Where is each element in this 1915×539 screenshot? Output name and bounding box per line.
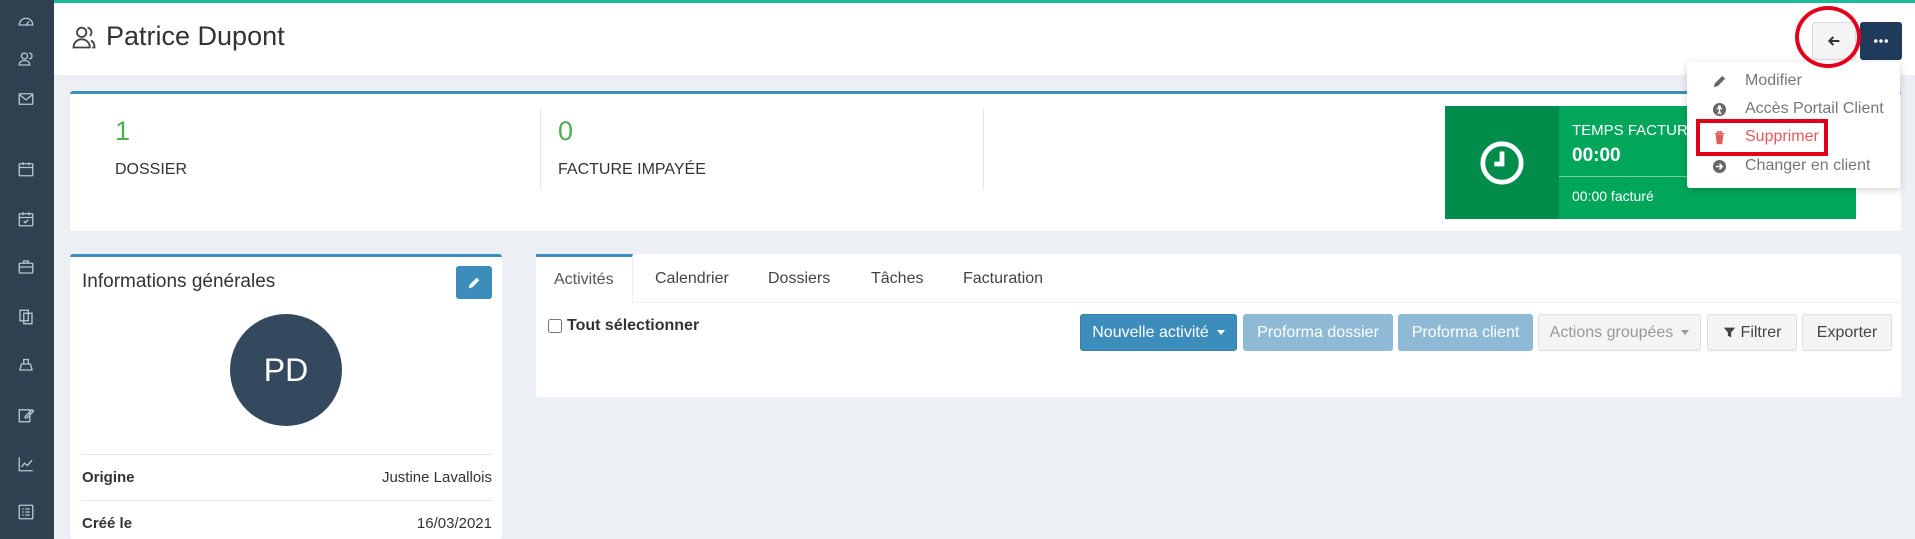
more-actions-button[interactable] xyxy=(1860,22,1902,60)
info-row-origine: Origine Justine Lavallois xyxy=(82,454,492,500)
tab-activites[interactable]: Activités xyxy=(536,254,633,303)
button-label: Actions groupées xyxy=(1549,323,1674,341)
clock-icon xyxy=(1480,140,1524,185)
documents-icon[interactable] xyxy=(14,305,38,329)
caret-down-icon xyxy=(1681,330,1690,335)
stat-facture-value: 0 xyxy=(558,116,574,146)
page-title: Patrice Dupont xyxy=(70,21,285,52)
edit-info-button[interactable] xyxy=(456,266,492,299)
new-activity-button[interactable]: Nouvelle activité xyxy=(1080,314,1237,351)
menu-item-modifier[interactable]: Modifier xyxy=(1687,68,1900,94)
caret-down-icon xyxy=(1216,330,1225,335)
tab-facturation[interactable]: Facturation xyxy=(945,254,1061,303)
briefcase-icon[interactable] xyxy=(14,255,38,279)
tab-taches[interactable]: Tâches xyxy=(853,254,941,303)
time-billed: 00:00 facturé xyxy=(1572,188,1654,204)
stat-facture-label: FACTURE IMPAYÉE xyxy=(558,161,706,178)
info-key: Origine xyxy=(82,469,135,486)
calendar-icon[interactable] xyxy=(14,157,38,181)
proforma-dossier-button[interactable]: Proforma dossier xyxy=(1243,314,1393,351)
info-value: Justine Lavallois xyxy=(381,469,492,486)
sidebar xyxy=(0,0,54,539)
page-title-text: Patrice Dupont xyxy=(106,21,285,51)
info-value: 16/03/2021 xyxy=(416,515,492,532)
annotation-rectangle xyxy=(1696,119,1828,156)
ellipsis-icon xyxy=(1874,39,1888,43)
mail-icon[interactable] xyxy=(14,87,38,111)
pencil-icon xyxy=(468,277,480,288)
menu-item-label: Modifier xyxy=(1745,72,1802,89)
tab-calendrier[interactable]: Calendrier xyxy=(637,254,747,303)
tab-bar: Activités Calendrier Dossiers Tâches Fac… xyxy=(536,254,1901,303)
time-icon-area xyxy=(1445,106,1559,219)
info-key: Créé le xyxy=(82,515,133,532)
select-all-label: Tout sélectionner xyxy=(567,317,700,334)
user-circle-icon xyxy=(1711,101,1727,117)
annotation-circle xyxy=(1795,6,1861,68)
divider xyxy=(540,108,541,190)
button-label: Nouvelle activité xyxy=(1092,323,1209,341)
button-label: Proforma client xyxy=(1411,323,1520,341)
stat-facture[interactable]: 0 FACTURE IMPAYÉE xyxy=(558,116,706,179)
calendar-check-icon[interactable] xyxy=(14,207,38,231)
stat-dossier-value: 1 xyxy=(115,116,131,146)
divider xyxy=(983,108,984,190)
edit-icon[interactable] xyxy=(14,403,38,427)
arrow-circle-right-icon xyxy=(1711,158,1727,174)
panel-title: Informations générales xyxy=(82,271,276,292)
button-label: Filtrer xyxy=(1740,323,1782,341)
dashboard-icon[interactable] xyxy=(14,10,38,34)
proforma-client-button[interactable]: Proforma client xyxy=(1398,314,1533,351)
filter-button[interactable]: Filtrer xyxy=(1707,314,1797,351)
page-header: Patrice Dupont xyxy=(54,3,1915,75)
tab-dossiers[interactable]: Dossiers xyxy=(750,254,848,303)
export-button[interactable]: Exporter xyxy=(1802,314,1892,351)
select-all-checkbox[interactable] xyxy=(548,319,562,333)
menu-item-label: Accès Portail Client xyxy=(1745,100,1884,117)
contacts-icon[interactable] xyxy=(14,47,38,71)
time-value: 00:00 xyxy=(1572,145,1621,166)
pencil-icon xyxy=(1711,73,1727,89)
select-all[interactable]: Tout sélectionner xyxy=(548,317,699,335)
grouped-actions-button[interactable]: Actions groupées xyxy=(1538,314,1701,351)
stat-dossier-label: DOSSIER xyxy=(115,161,188,178)
menu-item-changer-client[interactable]: Changer en client xyxy=(1687,153,1900,179)
info-row-cree-le: Créé le 16/03/2021 xyxy=(82,500,492,539)
stat-dossier[interactable]: 1 DOSSIER xyxy=(115,116,187,179)
menu-item-label: Changer en client xyxy=(1745,157,1871,174)
general-info-panel: Informations générales PD Origine Justin… xyxy=(70,254,502,539)
chart-line-icon[interactable] xyxy=(14,452,38,476)
cash-register-icon[interactable] xyxy=(14,352,38,376)
filter-icon xyxy=(1723,327,1735,338)
activities-panel: Activités Calendrier Dossiers Tâches Fac… xyxy=(536,254,1901,397)
contact-icon xyxy=(72,26,96,48)
time-title: TEMPS FACTUR xyxy=(1572,122,1688,139)
avatar: PD xyxy=(230,314,342,426)
list-alt-icon[interactable] xyxy=(14,500,38,524)
button-label: Exporter xyxy=(1816,323,1878,341)
button-label: Proforma dossier xyxy=(1257,323,1379,341)
